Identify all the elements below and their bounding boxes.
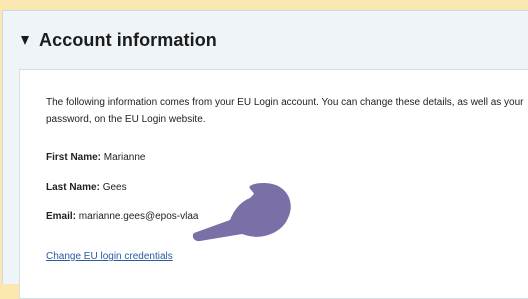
intro-text: The following information comes from you… xyxy=(46,97,524,125)
panel-header[interactable]: Account information xyxy=(3,11,528,69)
last-name-row: Last Name: Gees xyxy=(46,182,127,193)
last-name-value: Gees xyxy=(102,182,127,193)
first-name-label: First Name: xyxy=(46,152,102,163)
collapse-triangle-icon[interactable] xyxy=(21,36,29,45)
change-credentials-link[interactable]: Change EU login credentials xyxy=(46,251,173,262)
email-label: Email: xyxy=(46,211,77,222)
last-name-label: Last Name: xyxy=(46,182,100,193)
email-row: Email: marianne.gees@epos-vlaa xyxy=(46,211,198,222)
first-name-row: First Name: Marianne xyxy=(46,152,146,163)
panel-title: Account information xyxy=(39,29,217,50)
first-name-value: Marianne xyxy=(103,152,146,163)
email-value: marianne.gees@epos-vlaa xyxy=(78,211,199,222)
pointing-hand-icon xyxy=(192,183,291,242)
